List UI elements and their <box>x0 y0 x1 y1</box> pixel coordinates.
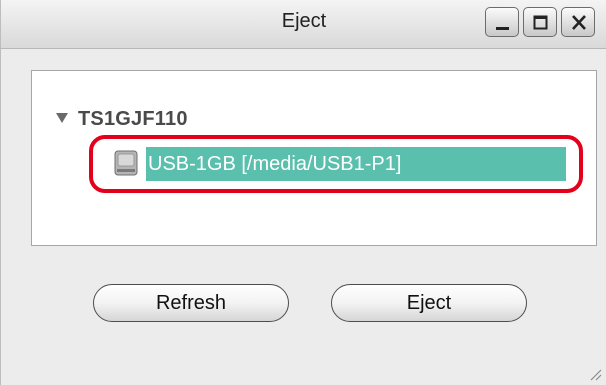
close-icon <box>572 15 586 30</box>
device-name: TS1GJF110 <box>78 108 188 130</box>
window-controls <box>485 7 595 37</box>
maximize-icon <box>533 15 548 30</box>
minimize-icon <box>496 27 509 30</box>
eject-window: Eject TS1GJF110 USB-1GB [/media/USB1-P1]… <box>0 0 606 385</box>
minimize-button[interactable] <box>485 7 519 37</box>
close-button[interactable] <box>561 7 595 37</box>
eject-button[interactable]: Eject <box>331 284 527 322</box>
expand-arrow-icon[interactable] <box>56 112 68 123</box>
volume-label: USB-1GB [/media/USB1-P1] <box>146 147 566 181</box>
tree-node-device[interactable]: TS1GJF110 <box>56 108 188 131</box>
drive-icon <box>114 150 138 176</box>
tree-node-volume[interactable]: USB-1GB [/media/USB1-P1] <box>112 147 566 181</box>
refresh-button[interactable]: Refresh <box>93 284 289 322</box>
maximize-button[interactable] <box>523 7 557 37</box>
resize-grip-icon[interactable] <box>588 367 602 381</box>
title-bar[interactable]: Eject <box>1 0 606 49</box>
device-tree: TS1GJF110 USB-1GB [/media/USB1-P1] <box>31 70 597 246</box>
